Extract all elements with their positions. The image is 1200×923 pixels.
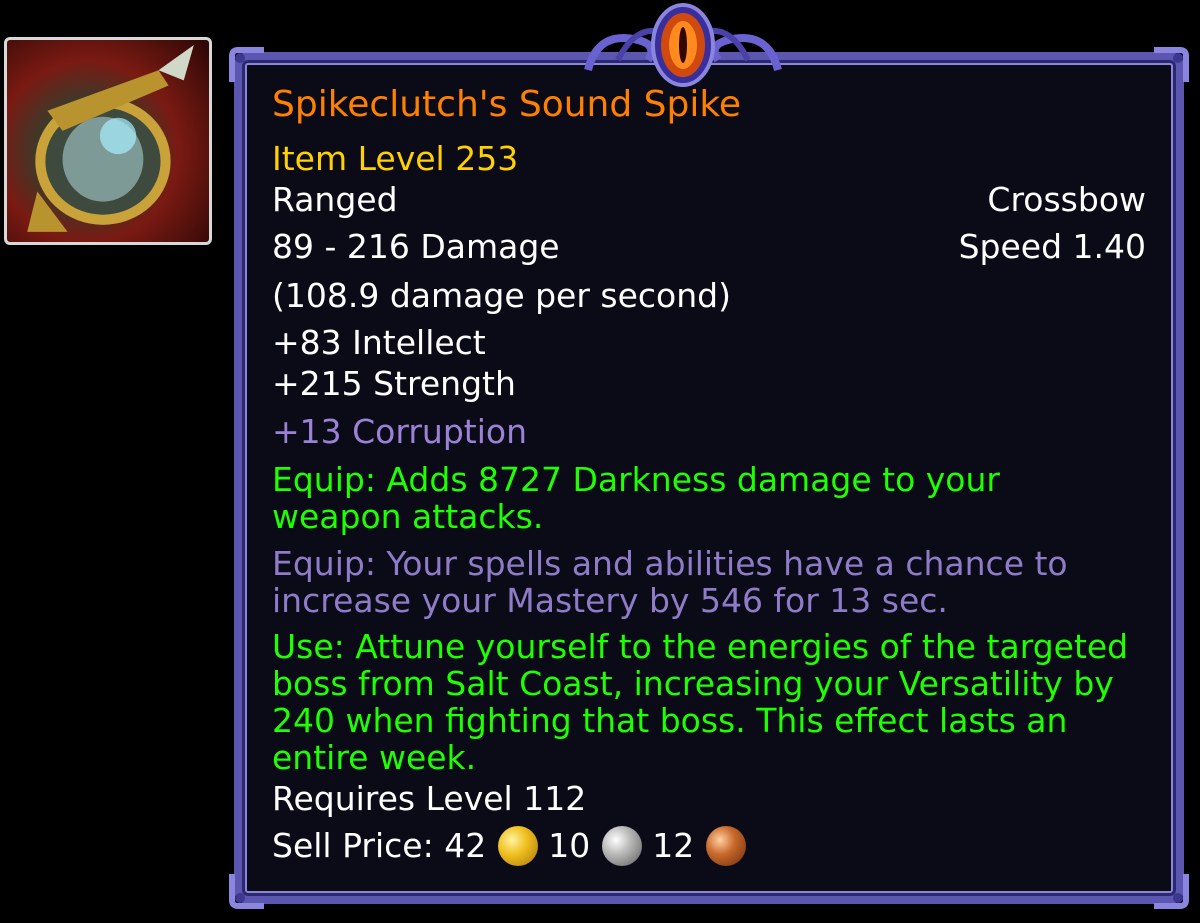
sell-price: Sell Price: 42 10 12 [272,825,756,868]
stat-strength: +215 Strength [272,364,516,403]
equip-effect-darkness: Equip: Adds 8727 Darkness damage to your… [272,460,1000,536]
corner-ornament-icon [228,870,268,910]
item-type: Crossbow [987,180,1146,219]
required-level: Requires Level 112 [272,779,587,818]
use-effect: Use: Attune yourself to the energies of … [272,627,1129,777]
silver-amount: 10 [548,826,591,865]
gold-amount: 42 [444,826,487,865]
damage-speed-row: 89 - 216 Damage Speed 1.40 [272,228,1146,266]
item-speed: Speed 1.40 [958,227,1146,266]
corruption-stat: +13 Corruption [272,412,527,451]
eye-ornament-icon [578,0,788,96]
corner-ornament-icon [1150,46,1190,86]
stat-intellect: +83 Intellect [272,323,486,362]
item-damage: 89 - 216 Damage [272,227,560,266]
item-level: Item Level 253 [272,139,519,178]
equip-effect-mastery: Equip: Your spells and abilities have a … [272,544,1068,620]
crossbow-item-icon [27,45,194,232]
item-name: Spikeclutch's Sound Spike [272,84,742,125]
corner-ornament-icon [228,46,268,86]
copper-coin-icon [706,825,747,866]
gold-coin-icon [498,825,539,866]
item-slot: Ranged [272,180,398,219]
slot-type-row: Ranged Crossbow [272,181,1146,219]
copper-amount: 12 [652,826,695,865]
item-dps: (108.9 damage per second) [272,276,731,315]
corner-ornament-icon [1150,870,1190,910]
sell-price-label: Sell Price: [272,826,434,865]
item-icon[interactable] [4,37,212,245]
silver-coin-icon [602,825,643,866]
